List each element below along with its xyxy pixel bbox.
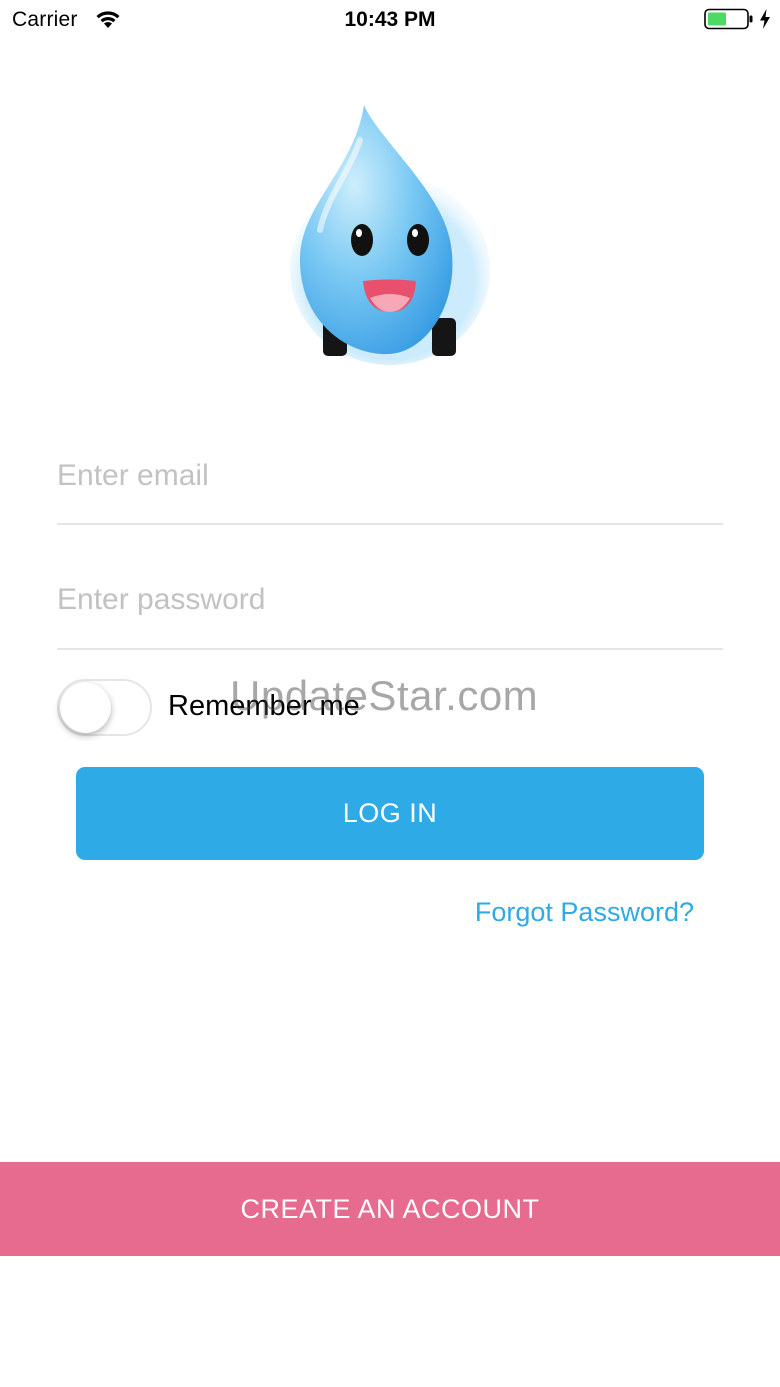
battery-icon xyxy=(704,8,753,30)
charging-bolt-icon xyxy=(760,9,770,29)
clock: 10:43 PM xyxy=(344,8,436,31)
email-field[interactable] xyxy=(57,446,723,506)
forgot-password-link[interactable]: Forgot Password? xyxy=(420,897,694,928)
email-divider xyxy=(57,523,723,525)
remember-me-label: Remember me xyxy=(168,690,360,722)
remember-me-toggle[interactable] xyxy=(57,679,152,736)
password-field[interactable] xyxy=(57,570,723,630)
login-button[interactable]: LOG IN xyxy=(76,767,704,860)
status-bar: Carrier 10:43 PM xyxy=(0,0,780,40)
create-account-button[interactable]: CREATE AN ACCOUNT xyxy=(0,1162,780,1256)
toggle-knob xyxy=(60,682,111,733)
password-divider xyxy=(57,648,723,650)
water-drop-mascot-icon xyxy=(290,105,490,365)
